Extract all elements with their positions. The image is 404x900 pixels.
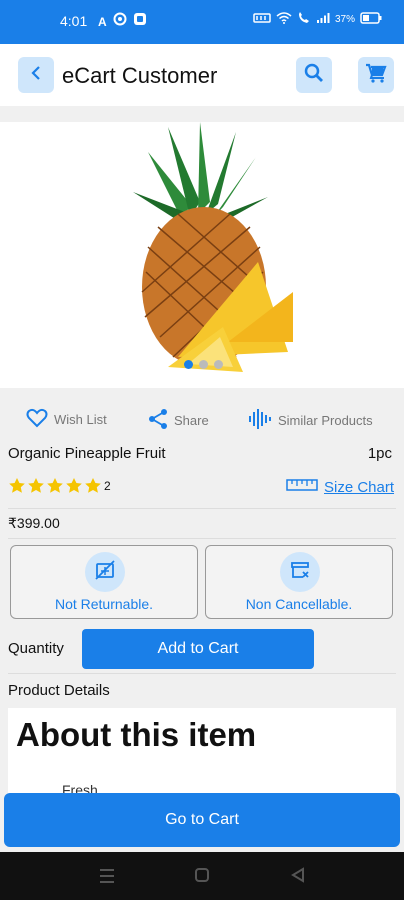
wishlist-label: Wish List [54,412,107,427]
star-icon [27,477,45,499]
size-chart-link[interactable]: Size Chart [286,478,394,496]
similar-products-button[interactable]: Similar Products [248,408,373,433]
a-icon: A [98,14,107,29]
go-to-cart-button[interactable]: Go to Cart [4,793,400,847]
carousel-dot[interactable] [199,360,208,369]
quantity-label: Quantity [8,640,64,657]
similar-products-label: Similar Products [278,413,373,428]
share-button[interactable]: Share [148,408,209,433]
wishlist-button[interactable]: Wish List [26,408,107,431]
ruler-icon [286,478,318,496]
recents-icon[interactable] [98,868,116,889]
product-actions: Wish List Share Similar Products [0,408,404,438]
system-nav-bar [0,852,404,900]
about-heading: About this item [16,716,257,753]
no-return-icon [94,559,116,586]
product-image-carousel[interactable] [0,122,404,388]
pineapple-image [128,122,298,387]
battery-text: 37% [334,14,355,25]
divider [8,508,396,509]
back-icon [29,65,43,86]
rating-stars [8,477,102,499]
app-bar: eCart Customer [0,44,404,106]
carousel-dot[interactable] [184,360,193,369]
product-details-title: Product Details [8,682,110,699]
cart-icon [365,63,387,88]
non-cancellable-card: Non Cancellable. [205,545,393,619]
heart-icon [26,408,48,431]
not-returnable-card: Not Returnable. [10,545,198,619]
no-return-circle [85,552,125,592]
signal-icon [316,12,330,27]
product-name: Organic Pineapple Fruit [8,445,166,462]
product-price: ₹399.00 [8,515,60,531]
non-cancellable-label: Non Cancellable. [245,596,353,612]
battery-icon [360,12,382,27]
wifi-icon [276,12,292,27]
status-bar: 4:01 A 37% [0,0,404,44]
no-cancel-circle [280,552,320,592]
star-icon [65,477,83,499]
star-icon [46,477,64,499]
divider [8,538,396,539]
call-icon [297,12,311,27]
app-icon [133,12,147,31]
share-label: Share [174,413,209,428]
star-icon [8,477,26,499]
search-icon [304,63,324,88]
app-title: eCart Customer [62,63,218,88]
carousel-dot[interactable] [214,360,223,369]
back-nav-icon[interactable] [290,867,306,888]
home-icon[interactable] [194,867,210,888]
carousel-indicator [184,360,223,369]
status-time: 4:01 [60,13,88,29]
product-unit: 1pc [367,445,392,462]
not-returnable-label: Not Returnable. [54,596,154,612]
nfc-icon [253,12,271,27]
size-chart-label: Size Chart [324,478,395,496]
settings-icon [113,12,127,31]
waveform-icon [248,408,272,433]
back-button[interactable] [18,57,54,93]
star-icon [84,477,102,499]
divider [8,673,396,674]
no-cancel-icon [289,559,311,586]
rating-count: 2 [104,479,111,493]
add-to-cart-button[interactable]: Add to Cart [82,629,314,669]
share-icon [148,408,168,433]
cart-button[interactable] [358,57,394,93]
search-button[interactable] [296,57,332,93]
